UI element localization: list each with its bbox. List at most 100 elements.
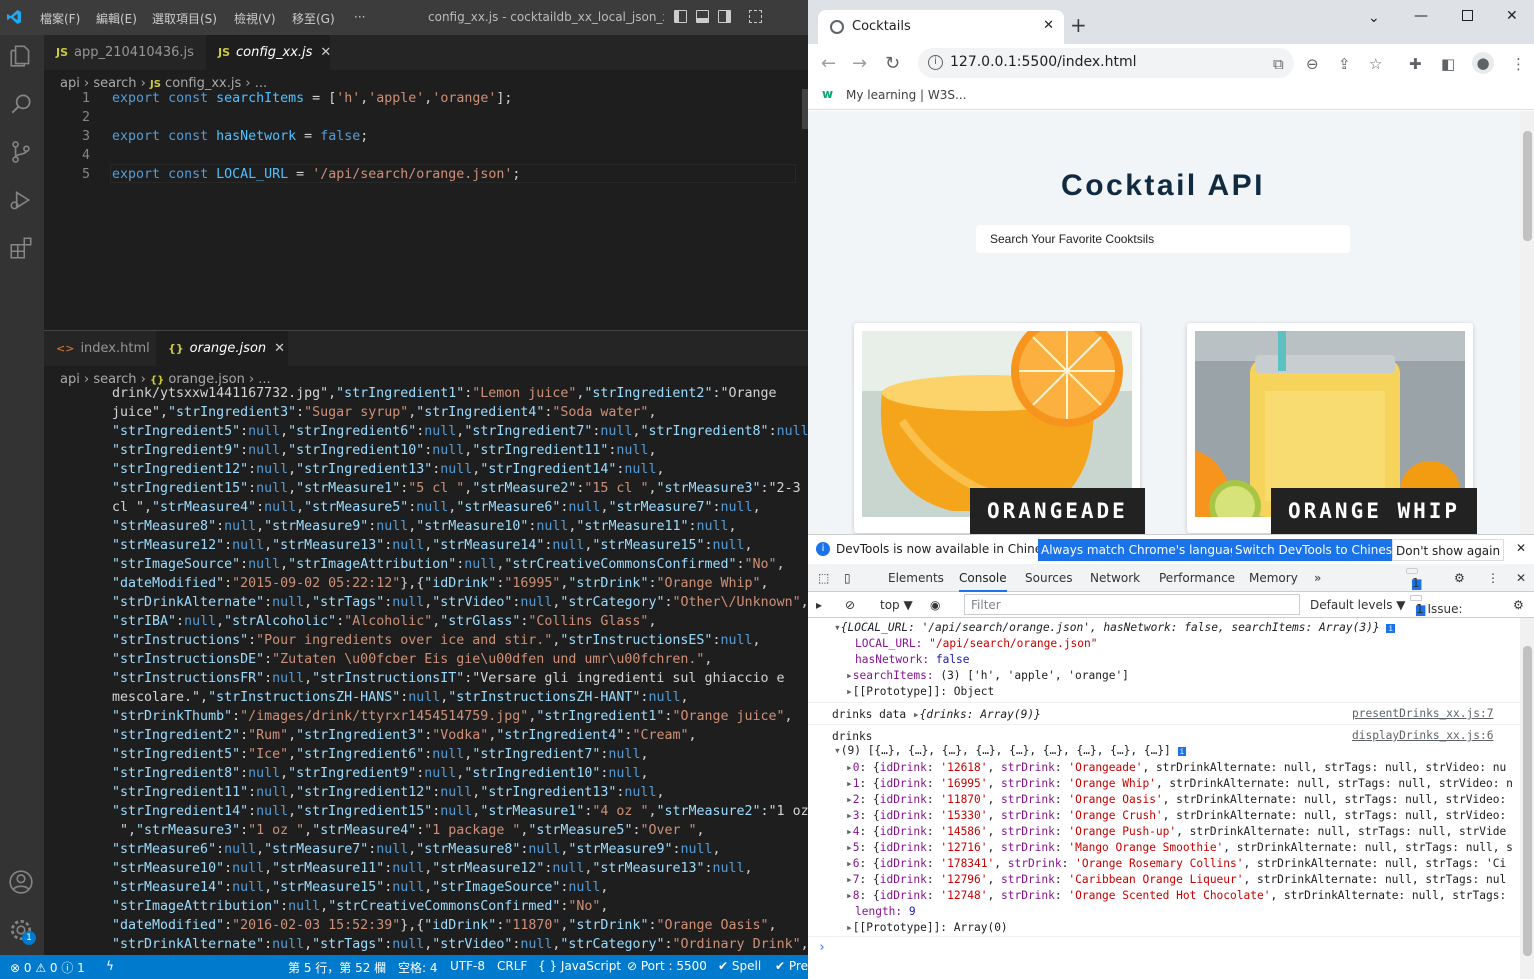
drink-card-orange-whip[interactable]: ORANGE WHIP (1187, 323, 1478, 534)
problems-status[interactable]: ⊗ 0 ⚠ 0 ⓘ 1 (10, 959, 85, 976)
issues-button[interactable]: 1 Issue: ▆ 1 (1410, 595, 1463, 616)
address-bar[interactable]: i 127.0.0.1:5500/index.html (918, 48, 1294, 78)
log-levels-dropdown[interactable]: Default levels ▼ (1310, 598, 1406, 612)
drink-array-item[interactable]: ▸5: {idDrink: '12716', strDrink: 'Mango … (846, 841, 1513, 854)
json-line[interactable]: ","strMeasure3":"1 oz ","strMeasure4":"1… (112, 821, 705, 840)
json-line[interactable]: cl ","strMeasure4":null,"strMeasure5":nu… (112, 498, 761, 517)
json-line[interactable]: "strDrinkAlternate":null,"strTags":null,… (112, 593, 808, 612)
json-line[interactable]: "dateModified":"2015-09-02 05:22:12"},{"… (112, 574, 769, 593)
drink-array-item[interactable]: ▸7: {idDrink: '12796', strDrink: 'Caribb… (846, 873, 1506, 886)
menu-view[interactable]: 檢視(V) (234, 10, 276, 27)
log-source-link[interactable]: presentDrinks_xx.js:7 (1352, 707, 1493, 720)
more-tabs-button[interactable]: » (1314, 571, 1321, 585)
console-prompt[interactable]: › (818, 940, 826, 955)
side-panel-icon[interactable]: ◧ (1441, 55, 1455, 73)
drink-array-item[interactable]: ▸1: {idDrink: '16995', strDrink: 'Orange… (846, 777, 1513, 790)
menu-go[interactable]: 移至(G) (292, 10, 335, 27)
log-drinks-data[interactable]: drinks data ▸{drinks: Array(9)} (832, 708, 1041, 721)
device-toolbar-icon[interactable]: ▯ (844, 571, 851, 585)
profile-avatar-icon[interactable]: ● (1472, 52, 1494, 74)
log-config-object[interactable]: ▾{LOCAL_URL: '/api/search/orange.json', … (834, 621, 1396, 634)
json-line[interactable]: juice","strIngredient3":"Sugar syrup","s… (112, 403, 656, 422)
json-line[interactable]: "strInstructionsFR":null,"strInstruction… (112, 669, 785, 688)
indentation-status[interactable]: 空格: 4 (398, 959, 438, 976)
accounts-icon[interactable] (8, 869, 34, 895)
tab-config-js[interactable]: JS config_xx.js ✕ (206, 35, 331, 70)
run-debug-icon[interactable] (8, 187, 34, 213)
translate-icon[interactable]: ⧉ (1273, 55, 1284, 73)
extensions-puzzle-icon[interactable]: ✚ (1409, 55, 1422, 73)
console-settings-gear-icon[interactable]: ⚙ (1513, 598, 1524, 612)
prettier-status[interactable]: ✔ Pre (775, 959, 808, 973)
tab-app-js[interactable]: JS app_210410436.js (44, 35, 206, 70)
json-line[interactable]: "strDrinkAlternate":null,"strTags":null,… (112, 935, 808, 954)
json-line[interactable]: "strInstructions":"Pour ingredients over… (112, 631, 761, 650)
close-tab-icon[interactable]: ✕ (320, 45, 331, 60)
close-devtools-icon[interactable]: ✕ (1516, 571, 1526, 585)
explorer-icon[interactable] (8, 43, 34, 69)
drink-array-item[interactable]: ▸6: {idDrink: '178341', strDrink: 'Orang… (846, 857, 1506, 870)
spell-status[interactable]: ✔ Spell (718, 959, 761, 973)
forward-arrow-icon[interactable]: → (852, 53, 867, 74)
messages-count-button[interactable]: ▆ 1 (1406, 568, 1421, 590)
bookmark-my-learning[interactable]: My learning | W3S... (846, 88, 966, 102)
console-filter-input[interactable]: Filter (964, 594, 1300, 615)
toggle-secondary-sidebar-icon[interactable] (718, 10, 731, 23)
json-line[interactable]: "strIngredient15":null,"strMeasure1":"5 … (112, 479, 801, 498)
show-sidebar-icon[interactable]: ▸ (816, 598, 822, 612)
close-tab-icon[interactable]: ✕ (274, 341, 285, 356)
extensions-icon[interactable] (8, 235, 34, 261)
page-scrollbar-thumb[interactable] (1523, 131, 1532, 241)
search-icon[interactable] (8, 91, 34, 117)
expand-triangle-icon[interactable]: ▸ (913, 708, 920, 721)
json-line[interactable]: "strIBA":null,"strAlcoholic":"Alcoholic"… (112, 612, 656, 631)
code-line[interactable]: export const hasNetwork = false; (112, 127, 368, 146)
menu-edit[interactable]: 編輯(E) (96, 10, 137, 27)
prop-prototype[interactable]: ▸[[Prototype]]: Object (846, 685, 994, 698)
bookmark-star-icon[interactable]: ☆ (1369, 55, 1382, 73)
tab-sources[interactable]: Sources (1025, 571, 1072, 585)
reload-icon[interactable]: ↻ (885, 53, 900, 74)
json-line[interactable]: "strMeasure12":null,"strMeasure13":null,… (112, 536, 753, 555)
tab-orange-json[interactable]: {} orange.json ✕ (156, 331, 288, 366)
prop-search-items[interactable]: ▸searchItems: (3) ['h', 'apple', 'orange… (846, 669, 1129, 682)
expand-triangle-icon[interactable]: ▾ (834, 744, 841, 757)
drinks-array-header[interactable]: ▾(9) [{…}, {…}, {…}, {…}, {…}, {…}, {…},… (834, 744, 1187, 757)
expand-triangle-icon[interactable]: ▸ (846, 669, 853, 682)
drink-array-item[interactable]: ▸2: {idDrink: '11870', strDrink: 'Orange… (846, 793, 1506, 806)
switch-devtools-chinese-button[interactable]: Switch DevTools to Chinese (1232, 539, 1403, 561)
devtools-menu-icon[interactable]: ⋮ (1487, 571, 1499, 585)
page-scrollbar[interactable] (1520, 111, 1534, 534)
back-arrow-icon[interactable]: ← (821, 53, 836, 74)
json-line[interactable]: "strInstructionsDE":"Zutaten \u00fcber E… (112, 650, 712, 669)
menu-more[interactable]: ··· (354, 10, 365, 24)
tab-memory[interactable]: Memory (1249, 571, 1298, 585)
browser-tab-cocktails[interactable]: Cocktails ✕ (818, 10, 1064, 44)
json-line[interactable]: "strMeasure6":null,"strMeasure7":null,"s… (112, 840, 721, 859)
live-server-port[interactable]: ⊘ Port : 5500 (627, 959, 707, 973)
json-line[interactable]: drink/ytsxxw1441167732.jpg","strIngredie… (112, 384, 777, 403)
source-control-icon[interactable] (8, 139, 34, 165)
chrome-menu-icon[interactable]: ⋮ (1511, 55, 1526, 73)
encoding-status[interactable]: UTF-8 (450, 959, 485, 973)
clear-console-icon[interactable]: ⊘ (845, 598, 855, 612)
json-line[interactable]: "strIngredient9":null,"strIngredient10":… (112, 441, 656, 460)
console-output[interactable]: ▾{LOCAL_URL: '/api/search/orange.json', … (808, 618, 1520, 979)
minimize-icon[interactable]: — (1414, 8, 1428, 24)
console-scrollbar[interactable] (1520, 618, 1534, 979)
json-line[interactable]: "strImageAttribution":null,"strCreativeC… (112, 897, 608, 916)
json-line[interactable]: "strIngredient5":"Ice","strIngredient6":… (112, 745, 648, 764)
drink-card-orangeade[interactable]: ORANGEADE (854, 323, 1145, 534)
menu-file[interactable]: 檔案(F) (40, 10, 80, 27)
menu-selection[interactable]: 選取項目(S) (152, 10, 217, 27)
zoom-icon[interactable]: ⊖ (1306, 55, 1319, 73)
toggle-sidebar-icon[interactable] (674, 10, 687, 23)
drink-array-item[interactable]: ▸8: {idDrink: '12748', strDrink: 'Orange… (846, 889, 1506, 902)
json-line[interactable]: "strMeasure14":null,"strMeasure15":null,… (112, 878, 608, 897)
language-mode[interactable]: { } JavaScript (538, 959, 621, 973)
drink-array-item[interactable]: ▸0: {idDrink: '12618', strDrink: 'Orange… (846, 761, 1506, 774)
context-selector[interactable]: top ▼ (880, 598, 913, 612)
json-line[interactable]: "dateModified":"2016-02-03 15:52:39"},{"… (112, 916, 777, 935)
customize-layout-icon[interactable] (749, 10, 762, 23)
site-info-icon[interactable]: i (928, 55, 943, 70)
